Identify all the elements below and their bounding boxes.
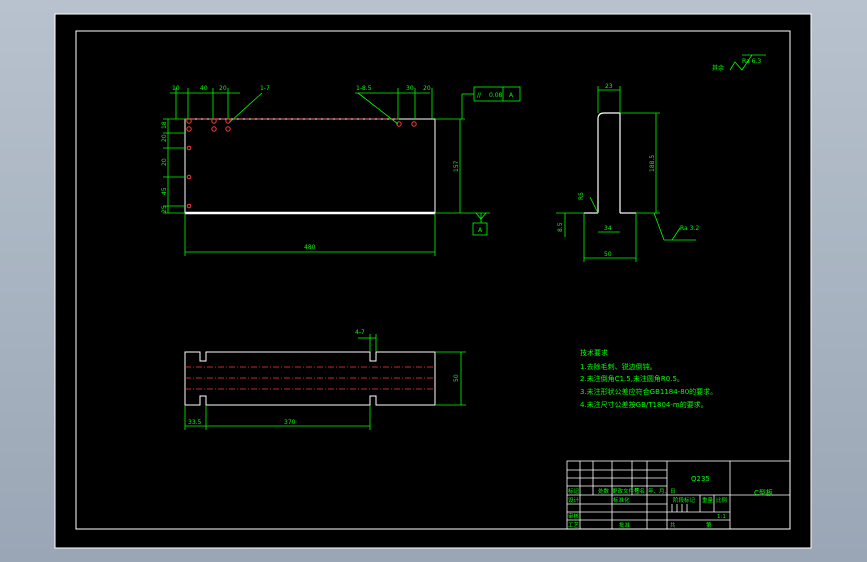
tech-req-line: 1.去除毛刺、锐边倒钝。	[580, 362, 657, 371]
dim-label: 188.5	[649, 155, 656, 172]
dim-label: 20	[161, 158, 168, 166]
cad-viewport: 10 40 20 1-7 1-8.5 30 20 18 20 20 45 25 …	[0, 0, 867, 562]
title-cell: 处数	[598, 487, 610, 495]
title-cell: 标记	[568, 487, 580, 495]
tech-req-line: 2.未注倒角C1.5,未注圆角R0.5。	[580, 374, 684, 383]
drawing-sheet	[54, 13, 812, 549]
dim-label: 18	[161, 121, 168, 129]
title-cell: 年、月、日	[648, 487, 676, 495]
roughness-label: Ra 3.2	[680, 225, 699, 232]
dim-label: 50	[604, 251, 612, 258]
dim-label: R5	[578, 192, 585, 200]
dim-label: 34	[604, 225, 612, 232]
dim-label: 1-7	[260, 85, 270, 92]
dim-label: 20	[219, 85, 227, 92]
tech-req-line: 4.未注尺寸公差按GB/T1804-m的要求。	[580, 400, 708, 409]
dim-label: 480	[304, 244, 316, 251]
dim-label: 10	[172, 85, 180, 92]
title-cell: 标准化	[613, 496, 630, 504]
title-material: Q235	[691, 475, 710, 483]
dim-label: 40	[200, 85, 208, 92]
dim-label: 370	[284, 419, 296, 426]
dim-label: 45	[161, 187, 168, 195]
title-part-name: C型板	[754, 488, 773, 497]
dim-label: 1-8.5	[356, 85, 372, 92]
title-cell: 设计	[568, 496, 580, 504]
dim-label: 4-7	[355, 329, 365, 336]
dim-label: 157	[453, 160, 460, 172]
roughness-prefix: 其余	[712, 64, 724, 72]
title-cell: 签名	[634, 487, 645, 495]
roughness-value: Ra 6.3	[742, 58, 761, 65]
dim-label: 33.5	[188, 419, 202, 426]
drawing-canvas[interactable]: 10 40 20 1-7 1-8.5 30 20 18 20 20 45 25 …	[0, 0, 867, 562]
title-cell: 批准	[619, 521, 631, 529]
title-cell: 阶段标记	[673, 496, 696, 504]
flatness-value: 0.08	[489, 92, 503, 99]
title-cell: 共	[670, 521, 676, 529]
dim-label: 8.5	[557, 222, 564, 232]
dim-label: 20	[423, 85, 431, 92]
dim-label: 50	[453, 374, 460, 382]
tech-req-line: 3.未注形状公差应符合GB1184-80的要求。	[580, 387, 717, 396]
dim-label: 30	[406, 85, 414, 92]
tech-req-title: 技术要求	[580, 348, 608, 357]
title-cell: 1:1	[717, 514, 726, 520]
dim-label: 20	[161, 134, 168, 142]
title-cell: 工艺	[568, 522, 580, 529]
title-cell: 审核	[568, 512, 580, 520]
dim-label: 23	[605, 83, 613, 90]
title-cell: 重量	[702, 496, 714, 504]
title-cell: 第	[706, 521, 712, 529]
dim-label: 25	[161, 205, 168, 213]
title-cell: 比例	[716, 496, 728, 504]
